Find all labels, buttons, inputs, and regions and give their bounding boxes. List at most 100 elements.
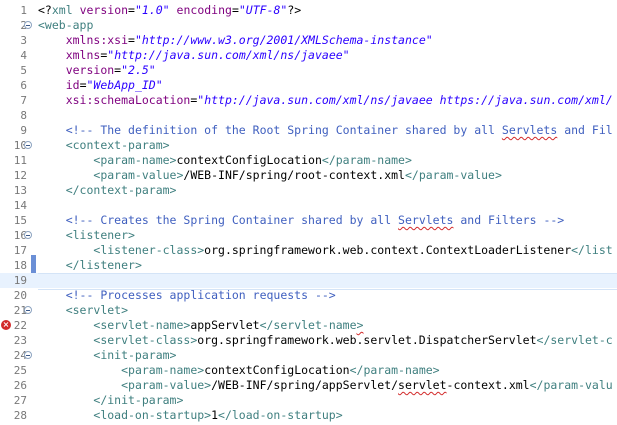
line-number: 26 [13, 379, 27, 392]
code-text: xmlns:xsi="http://www.w3.org/2001/XMLSch… [38, 33, 617, 48]
token-comment: <!-- Creates the Spring Container shared… [65, 213, 399, 227]
token-attr: version [65, 63, 115, 77]
code-line[interactable]: 1 <?xml version="1.0" encoding="UTF-8"?> [0, 3, 617, 18]
token-text: org.springframework.web.context.ContextL… [204, 243, 572, 257]
code-text: xsi:schemaLocation="http://java.sun.com/… [38, 93, 617, 108]
line-number: 3 [20, 34, 27, 47]
code-text: version="2.5" [38, 63, 617, 78]
token-attr: id [65, 78, 80, 92]
code-text: <context-param> [38, 138, 617, 153]
token-tag: </list [571, 243, 613, 257]
token-comment: Servlets [398, 213, 454, 227]
line-number: 20 [13, 289, 27, 302]
fold-toggle-icon[interactable] [24, 351, 32, 359]
code-text: id="WebApp_ID" [38, 78, 617, 93]
code-line[interactable]: 3 xmlns:xsi="http://www.w3.org/2001/XMLS… [0, 33, 617, 48]
code-line[interactable]: 5 version="2.5" [0, 63, 617, 78]
code-line[interactable]: 20 <!-- Processes application requests -… [0, 288, 617, 303]
code-text: <servlet> [38, 303, 617, 318]
fold-toggle-icon[interactable] [24, 306, 32, 314]
xml-editor[interactable]: 1<?xml version="1.0" encoding="UTF-8"?>2… [0, 0, 617, 425]
line-number: 18 [13, 259, 27, 272]
code-text: <listener> [38, 228, 617, 243]
code-line[interactable]: 24 <init-param> [0, 348, 617, 363]
code-line[interactable]: 14 [0, 198, 617, 213]
code-line[interactable]: 8 [0, 108, 617, 123]
token-pi: ?> [287, 3, 302, 17]
token-tag: <param-name> [121, 363, 205, 377]
error-icon[interactable]: × [1, 320, 11, 330]
line-number: 5 [20, 64, 27, 77]
token-tag: <servlet> [65, 303, 129, 317]
token-pi: <? [38, 3, 52, 17]
fold-toggle-icon[interactable] [24, 141, 32, 149]
code-line[interactable]: 13 </context-param> [0, 183, 617, 198]
code-line[interactable]: 9 <!-- The definition of the Root Spring… [0, 123, 617, 138]
token-text: org.springframework.web.servlet.Dispatch… [197, 333, 537, 347]
token-tag: <web-app [38, 18, 94, 32]
token-attr: encoding [176, 3, 232, 17]
token-attr: xsi:schemaLocation [65, 93, 191, 107]
code-line[interactable]: 2 <web-app [0, 18, 617, 33]
code-line[interactable]: 10 <context-param> [0, 138, 617, 153]
code-line[interactable]: 6 id="WebApp_ID" [0, 78, 617, 93]
token-tag: <param-name> [93, 153, 177, 167]
code-line[interactable]: 23 <servlet-class>org.springframework.we… [0, 333, 617, 348]
token-tag: <servlet-class> [93, 333, 198, 347]
token-tag: <init-param> [93, 348, 177, 362]
line-number: 6 [20, 79, 27, 92]
line-number: 14 [13, 199, 27, 212]
code-line[interactable]: 19 [0, 273, 617, 290]
token-tag: </init-param> [93, 393, 184, 407]
line-number: 16 [13, 229, 27, 242]
code-line[interactable]: 27 </init-param> [0, 393, 617, 408]
code-line[interactable]: 22 × <servlet-name>appServlet</servlet-na… [0, 318, 617, 333]
code-line[interactable]: 25 <param-name>contextConfigLocation</pa… [0, 363, 617, 378]
line-number: 9 [20, 124, 27, 137]
token-tag: </param-name> [321, 153, 412, 167]
code-line[interactable]: 18 </listener> [0, 258, 617, 273]
code-line[interactable]: 16 <listener> [0, 228, 617, 243]
fold-toggle-icon[interactable] [24, 21, 32, 29]
fold-toggle-icon[interactable] [24, 231, 32, 239]
line-number: 21 [13, 304, 27, 317]
token-text: -context.xml [446, 378, 530, 392]
line-number: 28 [13, 409, 27, 422]
token-text: contextConfigLocation [204, 363, 350, 377]
code-line[interactable]: 26 <param-value>/WEB-INF/spring/appServl… [0, 378, 617, 393]
token-tag: </servlet-name [259, 318, 357, 332]
code-text: <servlet-name>appServlet</servlet-name> [38, 318, 617, 333]
token-comment: <!-- The definition of the Root Spring C… [65, 123, 502, 137]
code-line[interactable]: 17 <listener-class>org.springframework.w… [0, 243, 617, 258]
code-text: <init-param> [38, 348, 617, 363]
token-tag: <param-value> [121, 378, 212, 392]
token-text: appServlet [190, 318, 260, 332]
code-line[interactable]: 15 <!-- Creates the Spring Container sha… [0, 213, 617, 228]
code-line[interactable]: 4 xmlns="http://java.sun.com/xml/ns/java… [0, 48, 617, 63]
code-line[interactable]: 21 <servlet> [0, 303, 617, 318]
token-tag: </context-param> [65, 183, 177, 197]
line-number: 17 [13, 244, 27, 257]
code-line[interactable]: 7 xsi:schemaLocation="http://java.sun.co… [0, 93, 617, 108]
token-tag: <listener> [65, 228, 135, 242]
token-tag: </param-valu [529, 378, 613, 392]
code-text: <servlet-class>org.springframework.web.s… [38, 333, 617, 348]
code-line[interactable]: 28 <load-on-startup>1</load-on-startup> [0, 408, 617, 423]
token-tag: </servlet-c [536, 333, 613, 347]
code-line[interactable]: 12 <param-value>/WEB-INF/spring/root-con… [0, 168, 617, 183]
token-tag: <load-on-startup> [93, 408, 212, 422]
code-line[interactable]: 11 <param-name>contextConfigLocation</pa… [0, 153, 617, 168]
